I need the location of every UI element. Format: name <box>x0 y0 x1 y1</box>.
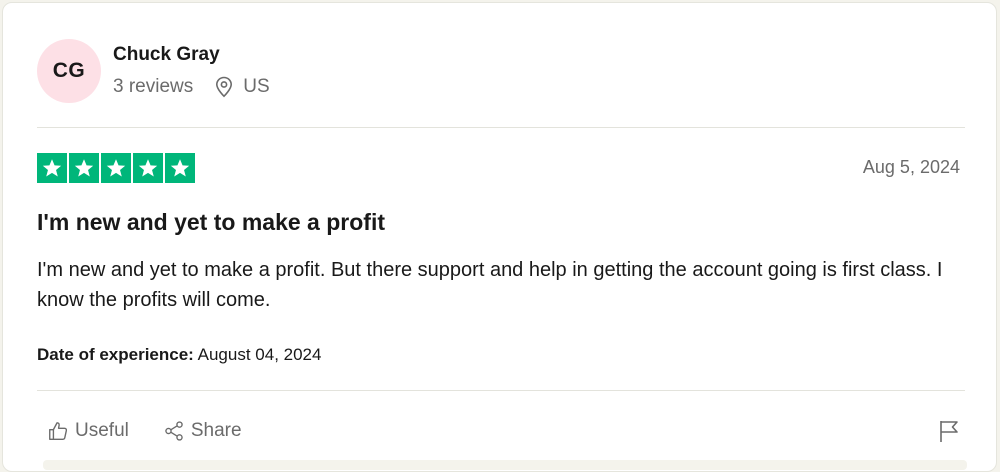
useful-label: Useful <box>75 420 129 441</box>
consumer-meta: 3 reviews US <box>113 76 270 98</box>
share-button[interactable]: Share <box>163 420 242 442</box>
location-pin-icon <box>216 76 233 97</box>
share-label: Share <box>190 420 242 441</box>
consumer-info: CG Chuck Gray 3 reviews US <box>37 39 270 103</box>
review-title[interactable]: I'm new and yet to make a profit <box>37 209 385 236</box>
star-icon <box>133 153 163 183</box>
share-icon <box>165 421 183 441</box>
star-icon <box>69 153 99 183</box>
review-count: 3 reviews <box>113 75 194 97</box>
review-actions: Useful Share <box>47 420 276 442</box>
avatar[interactable]: CG <box>37 39 101 103</box>
flag-icon <box>940 421 958 442</box>
star-icon <box>37 153 67 183</box>
consumer-location: US <box>215 75 270 98</box>
experience-date: August 04, 2024 <box>197 345 322 364</box>
thumbs-up-icon <box>49 422 68 440</box>
report-button[interactable] <box>938 419 960 448</box>
star-icon <box>101 153 131 183</box>
review-text: I'm new and yet to make a profit. But th… <box>37 259 943 311</box>
consumer-details: Chuck Gray 3 reviews US <box>113 43 270 98</box>
star-icon <box>165 153 195 183</box>
review-date: Aug 5, 2024 <box>862 157 960 177</box>
consumer-name[interactable]: Chuck Gray <box>113 43 270 67</box>
review-card: CG Chuck Gray 3 reviews US Aug 5, 2024 I… <box>2 2 997 472</box>
date-of-experience: Date of experience: August 04, 2024 <box>37 345 321 365</box>
experience-label: Date of experience: <box>37 345 194 364</box>
country-label: US <box>243 75 270 97</box>
avatar-initials: CG <box>52 59 86 82</box>
star-rating <box>37 153 195 183</box>
header-divider <box>37 127 965 128</box>
useful-button[interactable]: Useful <box>47 420 129 442</box>
footer-divider <box>37 390 965 391</box>
